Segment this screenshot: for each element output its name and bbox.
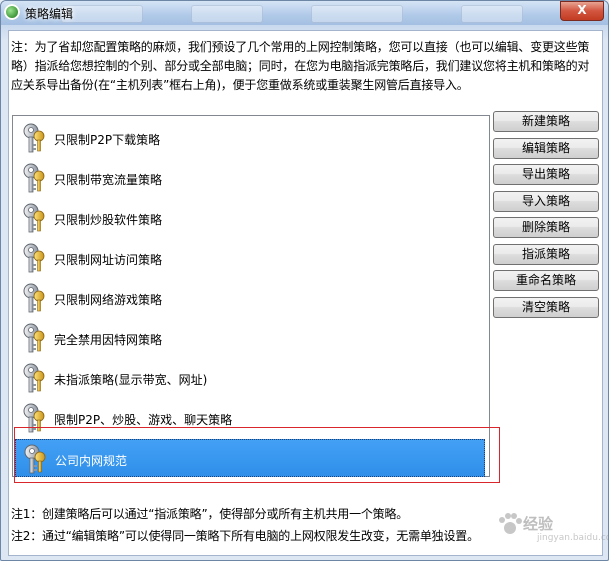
- policy-list-item[interactable]: 只限制P2P下载策略: [15, 119, 485, 157]
- policy-label: 只限制P2P下载策略: [54, 133, 161, 147]
- rename-policy-button[interactable]: 重命名策略: [493, 270, 599, 291]
- policy-label: 只限制网址访问策略: [54, 253, 163, 267]
- policy-label: 未指派策略(显示带宽、网址): [54, 373, 208, 387]
- app-logo-icon: [4, 4, 20, 20]
- key-icon: [22, 362, 46, 394]
- window-title: 策略编辑: [25, 7, 74, 21]
- new-policy-button[interactable]: 新建策略: [493, 111, 599, 132]
- policy-list[interactable]: 只限制P2P下载策略 只限制带宽流量策略 只限制炒股软件策略 只限制网址访问策略 只限制…: [12, 115, 490, 477]
- key-icon: [22, 282, 46, 314]
- import-policy-button[interactable]: 导入策略: [493, 191, 599, 212]
- policy-label: 完全禁用因特网策略: [54, 333, 163, 347]
- watermark-url: jingyan.baidu.com: [537, 533, 608, 543]
- policy-label: 只限制炒股软件策略: [54, 213, 163, 227]
- policy-list-item[interactable]: 完全禁用因特网策略: [15, 319, 485, 357]
- ghost-tab: [61, 5, 143, 23]
- watermark-logo: 经验 jingyan.baidu.com: [497, 501, 608, 549]
- bottom-note-2: 注2：通过“编辑策略”可以使得同一策略下所有电脑的上网权限发生改变，无需单独设置…: [11, 529, 479, 543]
- key-icon: [22, 122, 46, 154]
- edit-policy-button[interactable]: 编辑策略: [493, 138, 599, 159]
- delete-policy-button[interactable]: 删除策略: [493, 217, 599, 238]
- ghost-tab: [311, 5, 403, 23]
- key-icon: [22, 162, 46, 194]
- dialog-body: 注：为了省却您配置策略的麻烦，我们预设了几个常用的上网控制策略，您可以直接（也可…: [8, 30, 608, 556]
- clear-policy-button[interactable]: 清空策略: [493, 297, 599, 318]
- key-icon: [22, 202, 46, 234]
- paw-icon: [499, 513, 522, 534]
- policy-list-item[interactable]: 只限制网址访问策略: [15, 239, 485, 277]
- watermark-text: 经验: [523, 515, 554, 533]
- policy-list-item[interactable]: 未指派策略(显示带宽、网址): [15, 359, 485, 397]
- bottom-note-1: 注1：创建策略后可以通过“指派策略”，使得部分或所有主机共用一个策略。: [11, 507, 409, 521]
- ghost-tab: [461, 5, 523, 23]
- ghost-tab: [191, 5, 263, 23]
- assign-policy-button[interactable]: 指派策略: [493, 244, 599, 265]
- close-button[interactable]: X: [560, 1, 604, 21]
- highlight-annotation-box: [14, 427, 500, 483]
- key-icon: [22, 242, 46, 274]
- policy-list-item[interactable]: 只限制炒股软件策略: [15, 199, 485, 237]
- policy-label: 限制P2P、炒股、游戏、聊天策略: [54, 413, 233, 427]
- policy-list-item[interactable]: 只限制网络游戏策略: [15, 279, 485, 317]
- policy-editor-window: 策略编辑 X 注：为了省却您配置策略的麻烦，我们预设了几个常用的上网控制策略，您…: [0, 0, 609, 561]
- policy-label: 只限制网络游戏策略: [54, 293, 163, 307]
- title-bar[interactable]: 策略编辑 X: [1, 1, 608, 25]
- top-note: 注：为了省却您配置策略的麻烦，我们预设了几个常用的上网控制策略，您可以直接（也可…: [11, 40, 590, 92]
- policy-list-item[interactable]: 只限制带宽流量策略: [15, 159, 485, 197]
- policy-label: 只限制带宽流量策略: [54, 173, 163, 187]
- export-policy-button[interactable]: 导出策略: [493, 164, 599, 185]
- key-icon: [22, 322, 46, 354]
